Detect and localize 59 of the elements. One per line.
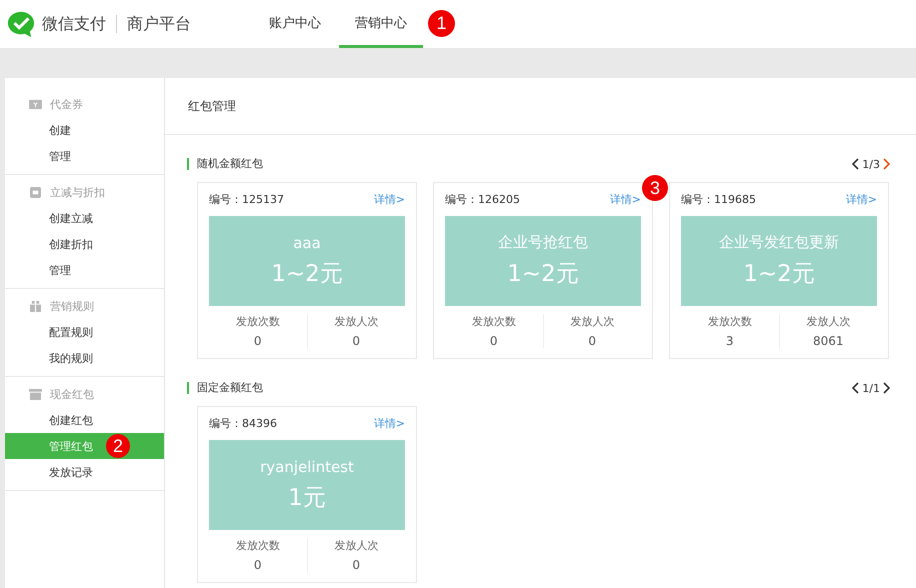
callout-badge: 3	[642, 175, 668, 201]
section-title: 固定金额红包	[187, 382, 263, 394]
stat-label: 发放次数	[708, 314, 752, 329]
gift-icon	[29, 300, 42, 312]
page-title: 红包管理	[165, 78, 916, 135]
next-page-icon[interactable]	[883, 382, 890, 394]
stat-value: 0	[254, 558, 262, 572]
packet-amount: 1~2元	[507, 260, 579, 289]
stat-value: 0	[352, 334, 360, 348]
stat-value: 8061	[812, 334, 844, 348]
sidebar-item[interactable]: 我的规则	[5, 345, 164, 371]
stat-value: 0	[352, 558, 360, 572]
sidebar-item[interactable]: 创建红包	[5, 407, 164, 433]
stat-label: 发放次数	[236, 314, 280, 329]
sidebar-item[interactable]: 创建折扣	[5, 231, 164, 257]
packet-name: 企业号发红包更新	[719, 233, 839, 252]
packet-id: 编号：119685	[681, 192, 756, 207]
previous-page-icon[interactable]	[852, 382, 860, 394]
stat-label: 发放人次	[334, 538, 378, 553]
packet-amount: 1元	[288, 484, 326, 512]
packet-name: ryanjelintest	[260, 458, 354, 476]
page-indicator: 1/3	[862, 158, 880, 170]
stat-value: 0	[588, 334, 596, 348]
group-title: 营销规则	[50, 298, 94, 314]
group-title: 代金券	[50, 96, 83, 112]
sidebar-item[interactable]: 发放记录	[5, 459, 164, 485]
page-indicator: 1/1	[862, 382, 880, 394]
sidebar-item[interactable]: 管理	[5, 143, 164, 169]
stat-label: 发放次数	[236, 538, 280, 553]
nav-tab[interactable]: 账户中心	[253, 0, 337, 48]
packet-name: aaa	[293, 234, 321, 252]
sidebar-item[interactable]: 配置规则	[5, 319, 164, 345]
discount-icon	[29, 186, 42, 198]
platform-name: 商户平台	[127, 14, 191, 34]
sidebar-item[interactable]: 创建立减	[5, 205, 164, 231]
packet-id: 编号：126205	[445, 192, 520, 207]
logo-icon	[6, 10, 36, 38]
sidebar-item[interactable]: 创建	[5, 117, 164, 143]
packet-amount: 1~2元	[743, 260, 815, 289]
box-icon	[29, 388, 42, 400]
packet-id: 编号：84396	[209, 416, 277, 431]
stat-label: 发放次数	[472, 314, 516, 329]
ticket-icon	[29, 98, 42, 110]
group-title: 立减与折扣	[50, 184, 105, 200]
sidebar-item[interactable]: 管理	[5, 257, 164, 283]
brand-name: 微信支付	[42, 14, 106, 34]
packet-name: 企业号抢红包	[498, 233, 588, 252]
section-title: 随机金额红包	[187, 158, 263, 170]
packet-id: 编号：125137	[209, 192, 284, 207]
packet-amount: 1~2元	[271, 260, 343, 288]
stat-label: 发放人次	[334, 314, 378, 329]
stat-value: 3	[726, 334, 734, 348]
stat-label: 发放人次	[806, 314, 850, 329]
callout-badge: 1	[428, 10, 455, 37]
stat-value: 0	[254, 334, 262, 348]
stat-label: 发放人次	[570, 314, 614, 329]
previous-page-icon[interactable]	[852, 158, 860, 170]
group-title: 现金红包	[50, 386, 94, 402]
stat-value: 0	[490, 334, 498, 348]
